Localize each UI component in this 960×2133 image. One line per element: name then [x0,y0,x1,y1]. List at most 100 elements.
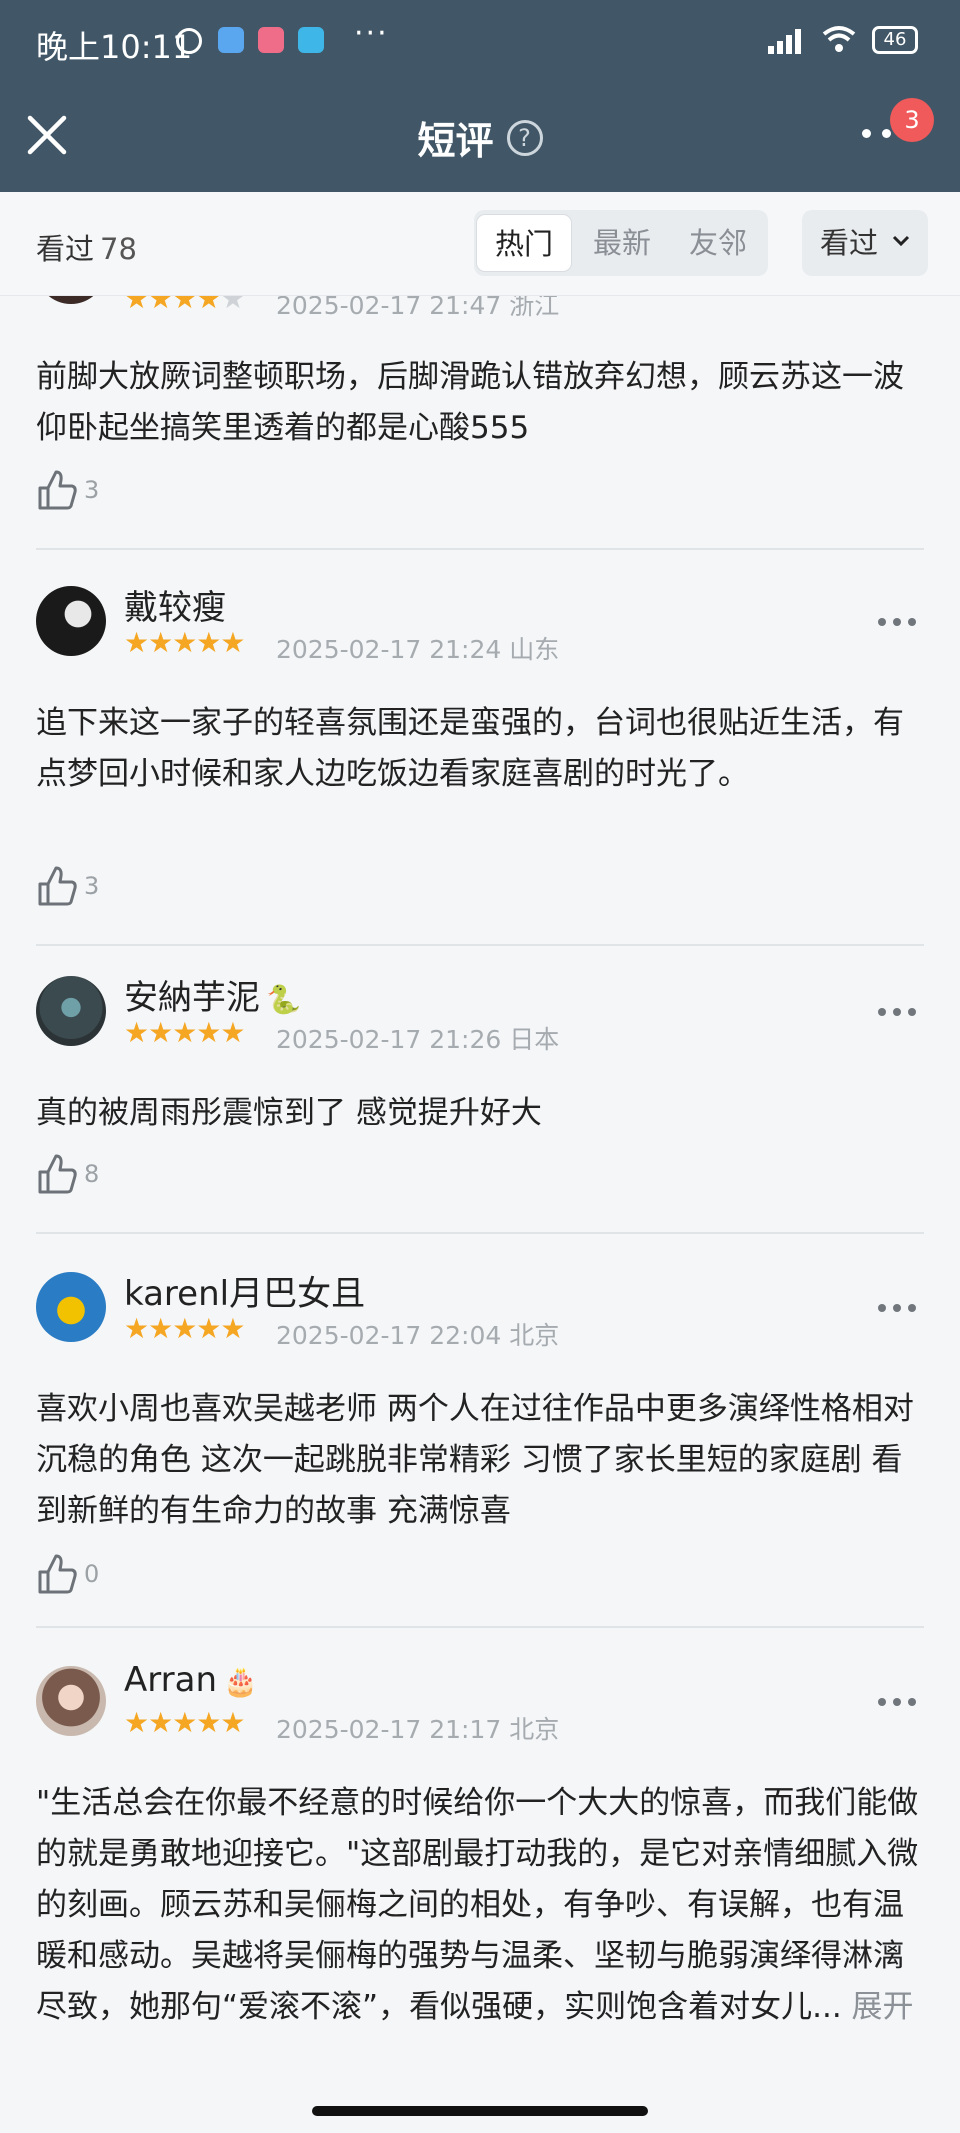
username[interactable]: 安納芋泥 🐍 [124,970,301,1019]
decoration-cake-icon: 🎂 [223,1665,258,1698]
avatar[interactable] [36,1272,106,1342]
review-location: 北京 [509,1715,560,1744]
divider [36,944,924,946]
review-date: 2025-02-17 21:26 [276,1025,502,1054]
rating-stars: ★★★★★ [124,1706,246,1739]
dot [893,1698,901,1706]
thumbs-up-icon [38,1154,77,1194]
title-wrap: 短评 ? [0,110,960,165]
like-button[interactable]: 8 [36,1152,146,1196]
review-date: 2025-02-17 21:47 [276,296,502,320]
review-location: 山东 [509,635,560,664]
like-count: 0 [84,1560,100,1588]
stars-empty: ★ [220,296,245,315]
review-text: 追下来这一家子的轻喜氛围还是蛮强的，台词也很贴近生活，有点梦回小时候和家人边吃饭… [36,705,904,792]
avatar[interactable] [36,1666,106,1736]
dot [862,129,871,138]
review-more-button[interactable] [878,1696,916,1708]
review-list: ★★★★★ 2025-02-17 21:47 浙江 前脚大放厥词整顿职场，后脚滑… [0,296,960,2086]
tab-latest[interactable]: 最新 [574,214,670,272]
tab-friends[interactable]: 友邻 [670,214,766,272]
review-text: 喜欢小周也喜欢吴越老师 两个人在过往作品中更多演绎性格相对沉稳的角色 这次一起跳… [36,1391,914,1529]
dropdown-label: 看过 [820,226,879,260]
rating-stars: ★★★★★ [124,1016,246,1049]
help-icon[interactable]: ? [506,119,543,156]
review-text: 真的被周雨彤震惊到了 感觉提升好大 [36,1095,542,1131]
review-more-button[interactable] [878,1006,916,1018]
dot [878,618,886,626]
battery-indicator: 46 [872,26,918,54]
dot [908,1304,916,1312]
divider [36,548,924,550]
rating-stars: ★★★★★ [124,1312,246,1345]
app-notification-icon [218,27,244,53]
app-bar: 短评 ? 3 [0,82,960,192]
username-text: Arran [124,1660,218,1700]
like-count: 3 [84,872,100,900]
avatar[interactable] [36,586,106,656]
review-more-button[interactable] [878,616,916,628]
alarm-icon [176,28,202,54]
chevron-down-icon [892,235,910,247]
dot [878,1008,886,1016]
review-more-button[interactable] [878,1302,916,1314]
decoration-snake-icon: 🐍 [266,983,301,1016]
wifi-icon [822,26,856,52]
sort-tabs: 热门 最新 友邻 [474,210,768,276]
avatar[interactable] [36,296,106,304]
dot [908,1698,916,1706]
page-title: 短评 [417,119,494,163]
review-meta: 2025-02-17 21:47 浙江 [276,296,559,322]
top-bar: 晚上10:11 ··· 46 短评 ? 3 [0,0,960,192]
app-notification-icon [258,27,284,53]
review-meta: 2025-02-17 22:04 北京 [276,1316,559,1352]
review-text: 前脚大放厥词整顿职场，后脚滑跪认错放弃幻想，顾云苏这一波仰卧起坐搞笑里透着的都是… [36,359,904,446]
username[interactable]: karenl月巴女且 [124,1266,365,1315]
review-meta: 2025-02-17 21:17 北京 [276,1710,559,1746]
app-notification-icon [298,27,324,53]
watched-filter-dropdown[interactable]: 看过 [802,210,928,276]
dot [908,1008,916,1016]
username-text: 安納芋泥 [124,978,260,1018]
like-button[interactable]: 0 [36,1552,146,1596]
tab-hot[interactable]: 热门 [476,214,572,272]
review-location: 浙江 [509,296,560,320]
home-indicator[interactable] [312,2106,648,2116]
dot [893,1304,901,1312]
dot [893,1008,901,1016]
like-button[interactable]: 3 [36,468,146,512]
review-text-body: "生活总会在你最不经意的时候给你一个大大的惊喜，而我们能做的就是勇敢地迎接它。"… [36,1785,919,2025]
status-time: 晚上10:11 [36,28,193,66]
dot [908,618,916,626]
review-text: "生活总会在你最不经意的时候给你一个大大的惊喜，而我们能做的就是勇敢地迎接它。"… [36,1778,926,2033]
rating-stars: ★★★★★ [124,296,246,315]
notification-badge: 3 [890,98,934,142]
like-count: 8 [84,1160,100,1188]
watched-label: 看过 [36,232,95,266]
username[interactable]: 戴较瘦 [124,580,226,629]
thumbs-up-icon [38,866,77,906]
like-count: 3 [84,476,100,504]
divider [36,1232,924,1234]
stars-filled: ★★★★ [124,296,221,315]
divider [36,1626,924,1628]
dot [878,1304,886,1312]
username[interactable]: Arran 🎂 [124,1660,258,1700]
expand-link[interactable]: 展开 [852,1989,914,2025]
dot [882,129,891,138]
review-date: 2025-02-17 21:17 [276,1715,502,1744]
thumbs-up-icon [38,1554,77,1594]
review-location: 日本 [509,1025,560,1054]
review-location: 北京 [509,1321,560,1350]
status-bar: 晚上10:11 ··· 46 [0,0,960,82]
avatar[interactable] [36,976,106,1046]
watched-number: 78 [100,232,137,266]
dot [878,1698,886,1706]
rating-stars: ★★★★★ [124,626,246,659]
review-date: 2025-02-17 22:04 [276,1321,502,1350]
thumbs-up-icon [38,470,77,510]
review-date: 2025-02-17 21:24 [276,635,502,664]
like-button[interactable]: 3 [36,864,146,908]
watched-count: 看过 78 [36,226,137,268]
more-notifications-icon: ··· [354,16,389,51]
